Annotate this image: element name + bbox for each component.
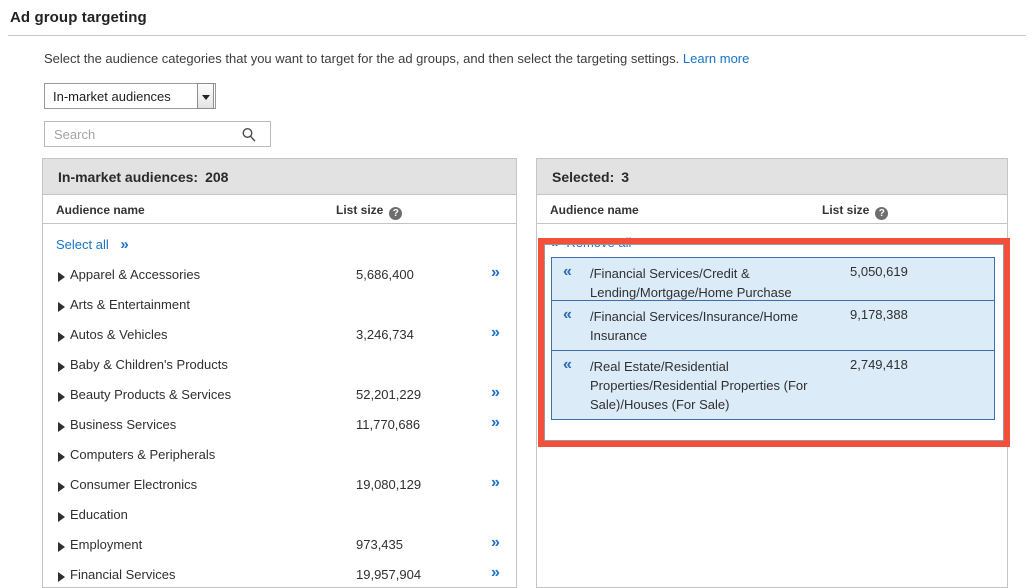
selected-audience-list-size: 5,050,619 — [850, 264, 908, 279]
available-panel-title: In-market audiences: — [58, 169, 198, 185]
move-left-icon[interactable]: « — [550, 234, 556, 251]
selected-audience-row[interactable]: «/Financial Services/Credit & Lending/Mo… — [551, 257, 995, 301]
audience-category-name: Business Services — [70, 417, 176, 432]
audience-category-row[interactable]: Employment 973,435 » — [43, 533, 516, 563]
selected-audience-row[interactable]: « /Real Estate/Residential Properties/Res… — [551, 350, 995, 420]
audience-category-name: Financial Services — [70, 567, 176, 582]
audience-category-name: Computers & Peripherals — [70, 447, 215, 462]
move-right-icon[interactable]: » — [491, 564, 498, 582]
expand-triangle-icon[interactable] — [58, 332, 65, 342]
move-left-icon[interactable]: « — [563, 306, 570, 324]
selected-panel-header: Selected: 3 — [537, 159, 1007, 195]
available-panel-header: In-market audiences: 208 — [43, 159, 516, 195]
move-right-icon[interactable]: » — [491, 324, 498, 342]
audience-category-row[interactable]: Business Services 11,770,686 » — [43, 413, 516, 443]
audience-category-row[interactable]: Autos & Vehicles 3,246,734 » — [43, 323, 516, 353]
chevron-down-icon[interactable] — [197, 83, 214, 109]
audience-category-row[interactable]: Education — [43, 503, 516, 533]
audience-list-size: 52,201,229 — [356, 387, 421, 402]
learn-more-link[interactable]: Learn more — [683, 51, 749, 66]
expand-triangle-icon[interactable] — [58, 572, 65, 582]
help-icon[interactable]: ? — [389, 207, 402, 220]
move-left-icon[interactable]: « — [563, 263, 570, 281]
audience-type-select[interactable]: In-market audiences — [44, 83, 216, 109]
audience-list-size: 19,957,904 — [356, 567, 421, 582]
expand-triangle-icon[interactable] — [58, 512, 65, 522]
select-all-link[interactable]: Select all — [56, 237, 109, 252]
column-audience-name: Audience name — [56, 203, 145, 217]
audience-category-row[interactable]: Financial Services 19,957,904 » — [43, 563, 516, 588]
audience-category-name: Autos & Vehicles — [70, 327, 168, 342]
audience-category-name: Apparel & Accessories — [70, 267, 200, 282]
audience-category-name: Arts & Entertainment — [70, 297, 190, 312]
search-icon[interactable] — [241, 127, 257, 143]
remove-all-row[interactable]: « Remove all — [537, 224, 1007, 250]
audience-list-size: 3,246,734 — [356, 327, 414, 342]
audience-category-name: Consumer Electronics — [70, 477, 197, 492]
audience-list-size: 19,080,129 — [356, 477, 421, 492]
audience-category-name: Baby & Children's Products — [70, 357, 228, 372]
selected-panel-title: Selected: — [552, 169, 614, 185]
audience-list-size: 973,435 — [356, 537, 403, 552]
selected-audience-name: /Real Estate/Residential Properties/Resi… — [590, 357, 825, 414]
remove-all-link[interactable]: Remove all — [566, 235, 631, 250]
move-right-icon[interactable]: » — [491, 414, 498, 432]
selected-audience-list-size: 2,749,418 — [850, 357, 908, 372]
selected-column-header: Audience name List size? — [537, 195, 1007, 224]
selected-audience-name: /Financial Services/Insurance/Home Insur… — [590, 307, 825, 345]
select-all-row[interactable]: Select all » — [43, 224, 516, 253]
move-right-icon[interactable]: » — [120, 236, 126, 253]
audience-category-row[interactable]: Consumer Electronics 19,080,129 » — [43, 473, 516, 503]
expand-triangle-icon[interactable] — [58, 362, 65, 372]
audience-type-value: In-market audiences — [53, 89, 171, 104]
expand-triangle-icon[interactable] — [58, 272, 65, 282]
selected-audience-list: «/Financial Services/Credit & Lending/Mo… — [537, 250, 1007, 420]
intro-sentence: Select the audience categories that you … — [44, 51, 679, 66]
move-right-icon[interactable]: » — [491, 534, 498, 552]
available-column-header: Audience name List size? — [43, 195, 516, 224]
column-list-size-label: List size — [822, 203, 869, 217]
expand-triangle-icon[interactable] — [58, 302, 65, 312]
page-title: Ad group targeting — [0, 0, 1034, 26]
audience-list-size: 5,686,400 — [356, 267, 414, 282]
selected-audience-row[interactable]: « /Financial Services/Insurance/Home Insu… — [551, 300, 995, 351]
audience-category-row[interactable]: Beauty Products & Services 52,201,229 » — [43, 383, 516, 413]
search-placeholder: Search — [54, 127, 95, 142]
audience-category-name: Employment — [70, 537, 142, 552]
audience-category-row[interactable]: Baby & Children's Products — [43, 353, 516, 383]
expand-triangle-icon[interactable] — [58, 422, 65, 432]
search-input[interactable]: Search — [44, 121, 271, 147]
move-right-icon[interactable]: » — [491, 384, 498, 402]
expand-triangle-icon[interactable] — [58, 392, 65, 402]
expand-triangle-icon[interactable] — [58, 452, 65, 462]
move-right-icon[interactable]: » — [491, 474, 498, 492]
selected-audience-list-size: 9,178,388 — [850, 307, 908, 322]
column-list-size: List size? — [336, 203, 402, 220]
selected-audiences-panel: Selected: 3 Audience name List size? « Re… — [536, 158, 1008, 588]
move-right-icon[interactable]: » — [491, 264, 498, 282]
audience-category-row[interactable]: Arts & Entertainment — [43, 293, 516, 323]
available-audiences-panel: In-market audiences: 208 Audience name L… — [42, 158, 517, 588]
audience-category-name: Education — [70, 507, 128, 522]
audience-category-list: Apparel & Accessories 5,686,400 » Arts & En… — [43, 263, 516, 588]
column-list-size: List size? — [822, 203, 888, 220]
audience-category-name: Beauty Products & Services — [70, 387, 231, 402]
expand-triangle-icon[interactable] — [58, 482, 65, 492]
selected-panel-count: 3 — [621, 169, 629, 185]
column-audience-name: Audience name — [550, 203, 639, 217]
audience-list-size: 11,770,686 — [356, 417, 420, 432]
intro-text: Select the audience categories that you … — [0, 36, 1034, 67]
help-icon[interactable]: ? — [875, 207, 888, 220]
column-list-size-label: List size — [336, 203, 383, 217]
audience-category-row[interactable]: Computers & Peripherals — [43, 443, 516, 473]
move-left-icon[interactable]: « — [563, 356, 570, 374]
available-panel-count: 208 — [205, 169, 228, 185]
expand-triangle-icon[interactable] — [58, 542, 65, 552]
audience-category-row[interactable]: Apparel & Accessories 5,686,400 » — [43, 263, 516, 293]
